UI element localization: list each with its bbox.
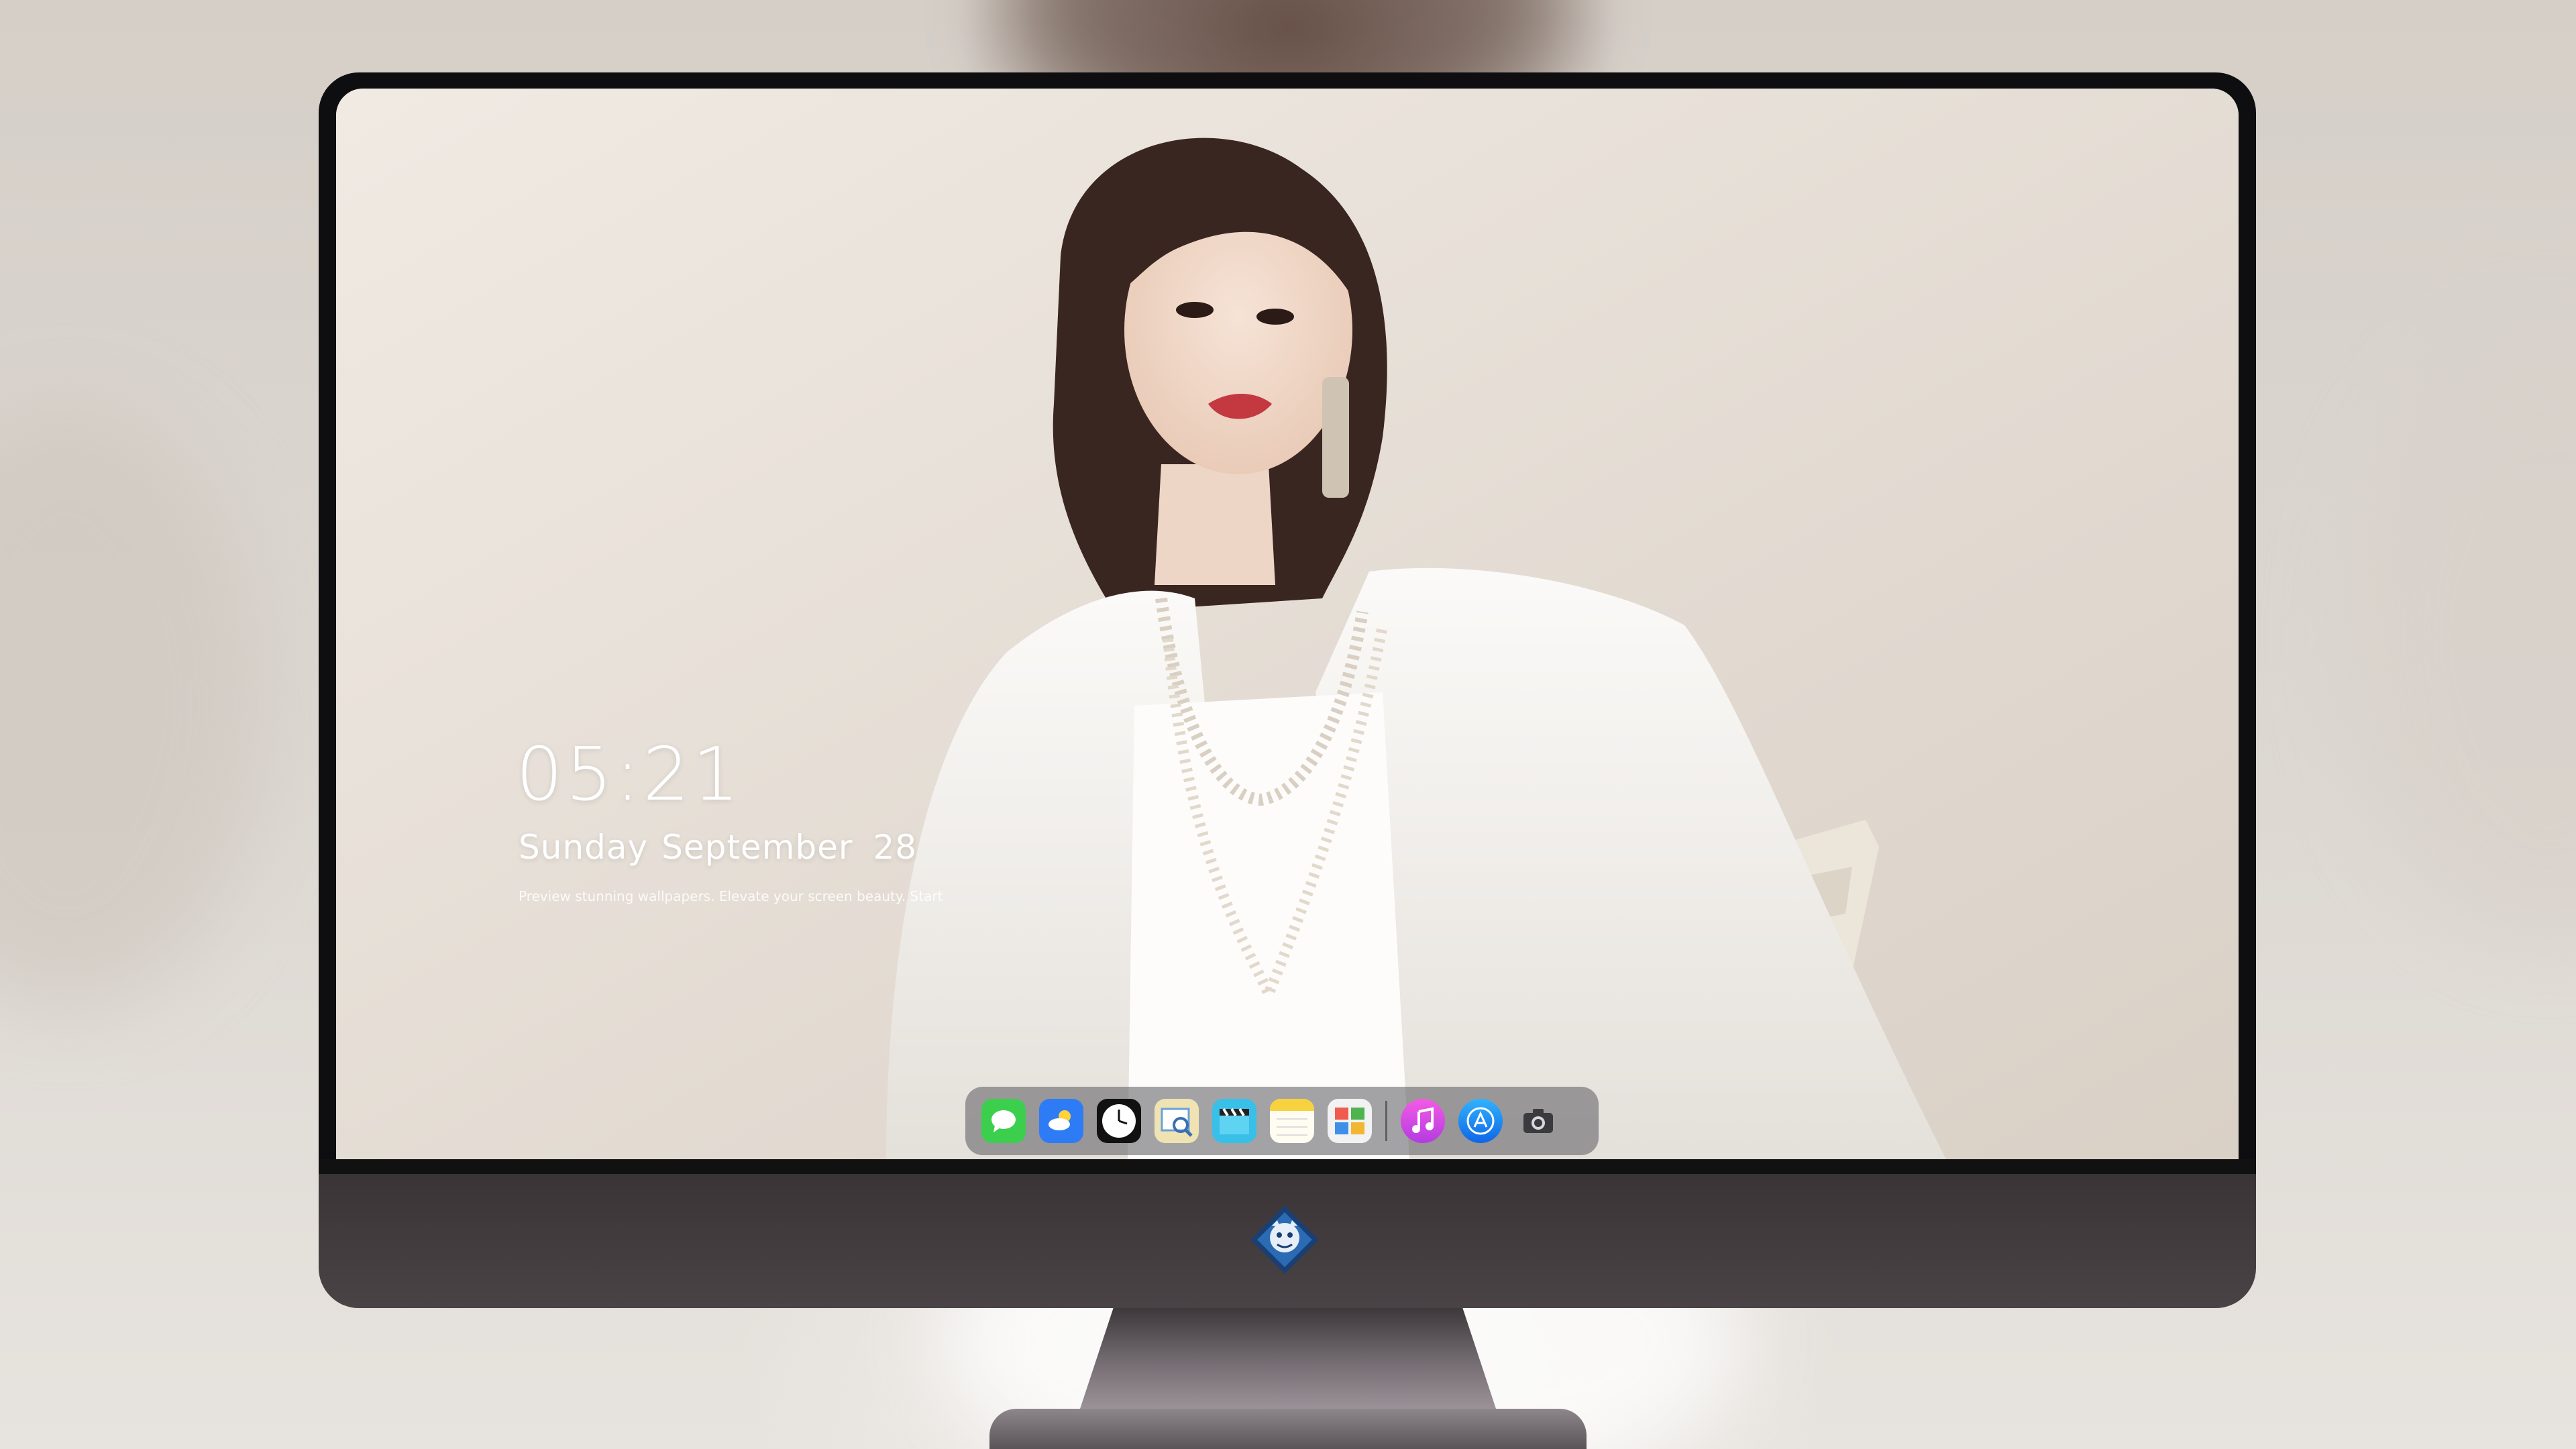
messages-icon[interactable]: [981, 1099, 1026, 1143]
desktop-screen: 05:21 Sunday September 28 Preview stunning…: [336, 89, 2239, 1159]
app-dock: [965, 1087, 1599, 1155]
clock-icon[interactable]: [1097, 1099, 1141, 1143]
monitor-stand-neck: [1080, 1308, 1496, 1409]
day-label: 28: [873, 828, 918, 867]
lockscreen-date: Sunday September 28: [519, 828, 917, 867]
imac-monitor: 05:21 Sunday September 28 Preview stunning…: [319, 72, 2256, 1308]
calendar-icon[interactable]: [1328, 1099, 1372, 1143]
month-label: September: [661, 828, 853, 867]
wallpaper-tagline: Preview stunning wallpapers. Elevate you…: [519, 888, 943, 904]
lockscreen-time: 05:21: [516, 731, 743, 817]
dock-separator: [1385, 1101, 1387, 1141]
app-store-icon[interactable]: [1458, 1099, 1503, 1143]
clapperboard-icon[interactable]: [1212, 1099, 1256, 1143]
weather-icon[interactable]: [1039, 1099, 1083, 1143]
camera-icon[interactable]: [1516, 1099, 1560, 1143]
monitor-stand-base: [989, 1409, 1587, 1449]
brand-logo-icon: [1250, 1205, 1319, 1274]
weekday-label: Sunday: [519, 828, 649, 867]
bezel-bottom-edge: [319, 1159, 2256, 1174]
music-icon[interactable]: [1401, 1099, 1445, 1143]
preview-icon[interactable]: [1155, 1099, 1199, 1143]
wallpaper-portrait: [336, 89, 2239, 1159]
notes-icon[interactable]: [1270, 1099, 1314, 1143]
